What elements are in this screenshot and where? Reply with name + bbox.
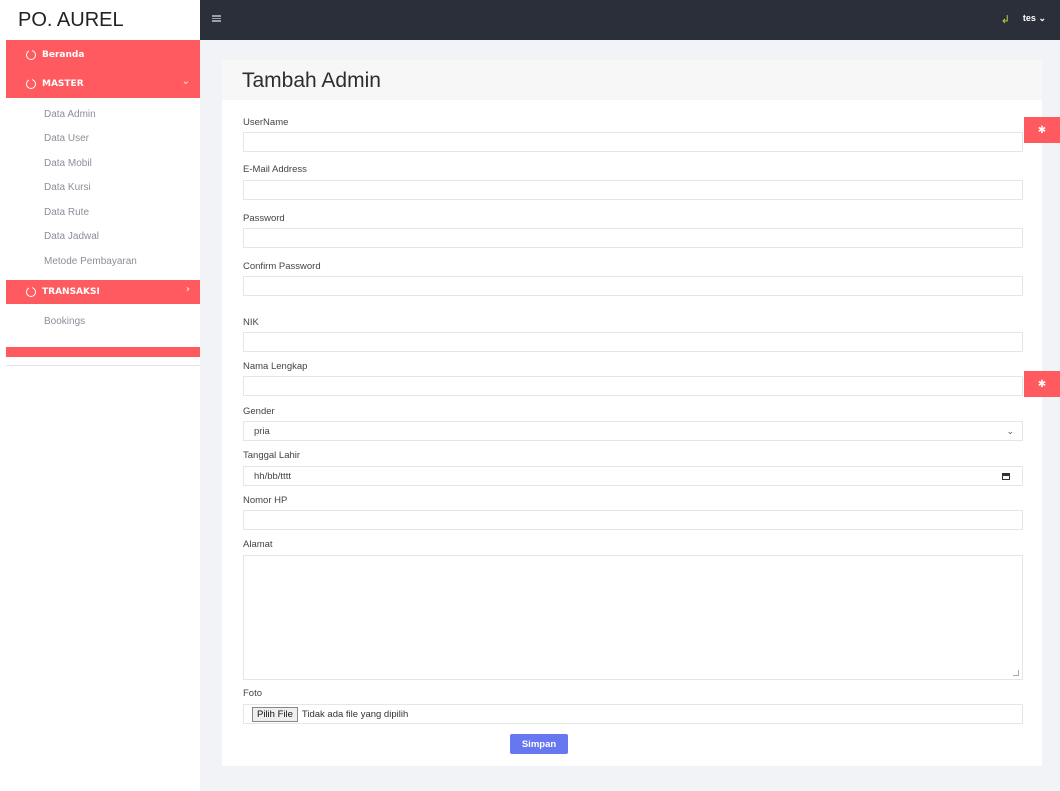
calendar-icon[interactable] [1002,473,1010,480]
gender-value: pria [254,425,270,437]
tanggal-lahir-input[interactable]: hh/bb/tttt [243,466,1023,486]
master-submenu: Data Admin Data User Data Mobil Data Kur… [0,98,200,280]
settings-toggle-button[interactable]: ✱ [1024,117,1060,143]
email-label: E-Mail Address [243,164,307,175]
chevron-down-icon: ⌄ [181,76,190,87]
sidebar: PO. AUREL Beranda MASTER ⌄ Data Admin Da… [0,0,200,791]
confirm-password-input[interactable] [243,276,1023,296]
confirm-password-label: Confirm Password [243,261,321,272]
fire-icon [26,285,36,297]
password-label: Password [243,213,285,224]
form-card: UserName E-Mail Address Password Confirm… [222,100,1042,766]
save-button[interactable]: Simpan [510,734,568,754]
user-menu[interactable]: tes ⌄ [1023,13,1046,24]
sidebar-item-transaksi[interactable]: TRANSAKSI › [6,279,200,304]
transaksi-submenu: Bookings [0,304,200,341]
username-label: UserName [243,117,289,128]
alamat-label: Alamat [243,539,273,550]
sidebar-item-data-rute[interactable]: Data Rute [0,200,200,225]
date-placeholder: hh/bb/tttt [254,470,291,482]
user-avatar-icon[interactable]: ↲ [1001,13,1010,26]
file-status: Tidak ada file yang dipilih [301,708,409,720]
top-navbar: ↲ tes ⌄ [200,0,1060,40]
password-input[interactable] [243,228,1023,248]
email-input[interactable] [243,180,1023,200]
hamburger-menu-icon[interactable] [212,15,221,22]
chevron-down-icon: ⌄ [1006,426,1014,436]
nik-input[interactable] [243,332,1023,352]
chevron-down-icon: ⌄ [1038,13,1046,23]
alamat-textarea[interactable] [243,555,1023,680]
nama-lengkap-label: Nama Lengkap [243,361,308,372]
gender-label: Gender [243,406,275,417]
page-title: Tambah Admin [242,69,381,92]
sidebar-item-beranda[interactable]: Beranda [6,40,200,70]
resize-grip-icon[interactable] [1013,670,1019,676]
gear-icon: ✱ [1037,378,1047,390]
brand-logo[interactable]: PO. AUREL [0,0,200,40]
sidebar-item-label: Beranda [42,50,85,60]
nomor-hp-input[interactable] [243,510,1023,530]
sidebar-item-label: MASTER [42,79,84,89]
sidebar-divider [6,347,200,357]
nik-label: NIK [243,317,259,328]
sidebar-item-data-user[interactable]: Data User [0,127,200,152]
foto-label: Foto [243,688,263,699]
tanggal-lahir-label: Tanggal Lahir [243,450,301,461]
page-header: Tambah Admin [222,60,1042,100]
sidebar-item-data-kursi[interactable]: Data Kursi [0,176,200,201]
sidebar-item-bookings[interactable]: Bookings [0,310,200,335]
foto-file-input[interactable]: Pilih File Tidak ada file yang dipilih [243,704,1023,724]
gender-select[interactable]: pria ⌄ [243,421,1023,441]
gear-icon: ✱ [1037,124,1047,136]
user-name: tes [1022,13,1036,23]
sidebar-item-label: TRANSAKSI [42,286,100,297]
sidebar-item-metode-pembayaran[interactable]: Metode Pembayaran [0,249,200,274]
fire-icon [26,78,36,89]
nomor-hp-label: Nomor HP [243,495,288,506]
fire-icon [26,49,36,60]
username-input[interactable] [243,132,1023,152]
sidebar-divider-line [6,365,200,366]
sidebar-item-data-jadwal[interactable]: Data Jadwal [0,225,200,250]
nama-lengkap-input[interactable] [243,376,1023,396]
sidebar-item-data-mobil[interactable]: Data Mobil [0,151,200,176]
sidebar-item-master[interactable]: MASTER ⌄ [6,70,200,98]
settings-toggle-button[interactable]: ✱ [1024,371,1060,397]
choose-file-button[interactable]: Pilih File [252,706,298,722]
sidebar-item-data-admin[interactable]: Data Admin [0,102,200,127]
chevron-right-icon: › [185,283,190,295]
